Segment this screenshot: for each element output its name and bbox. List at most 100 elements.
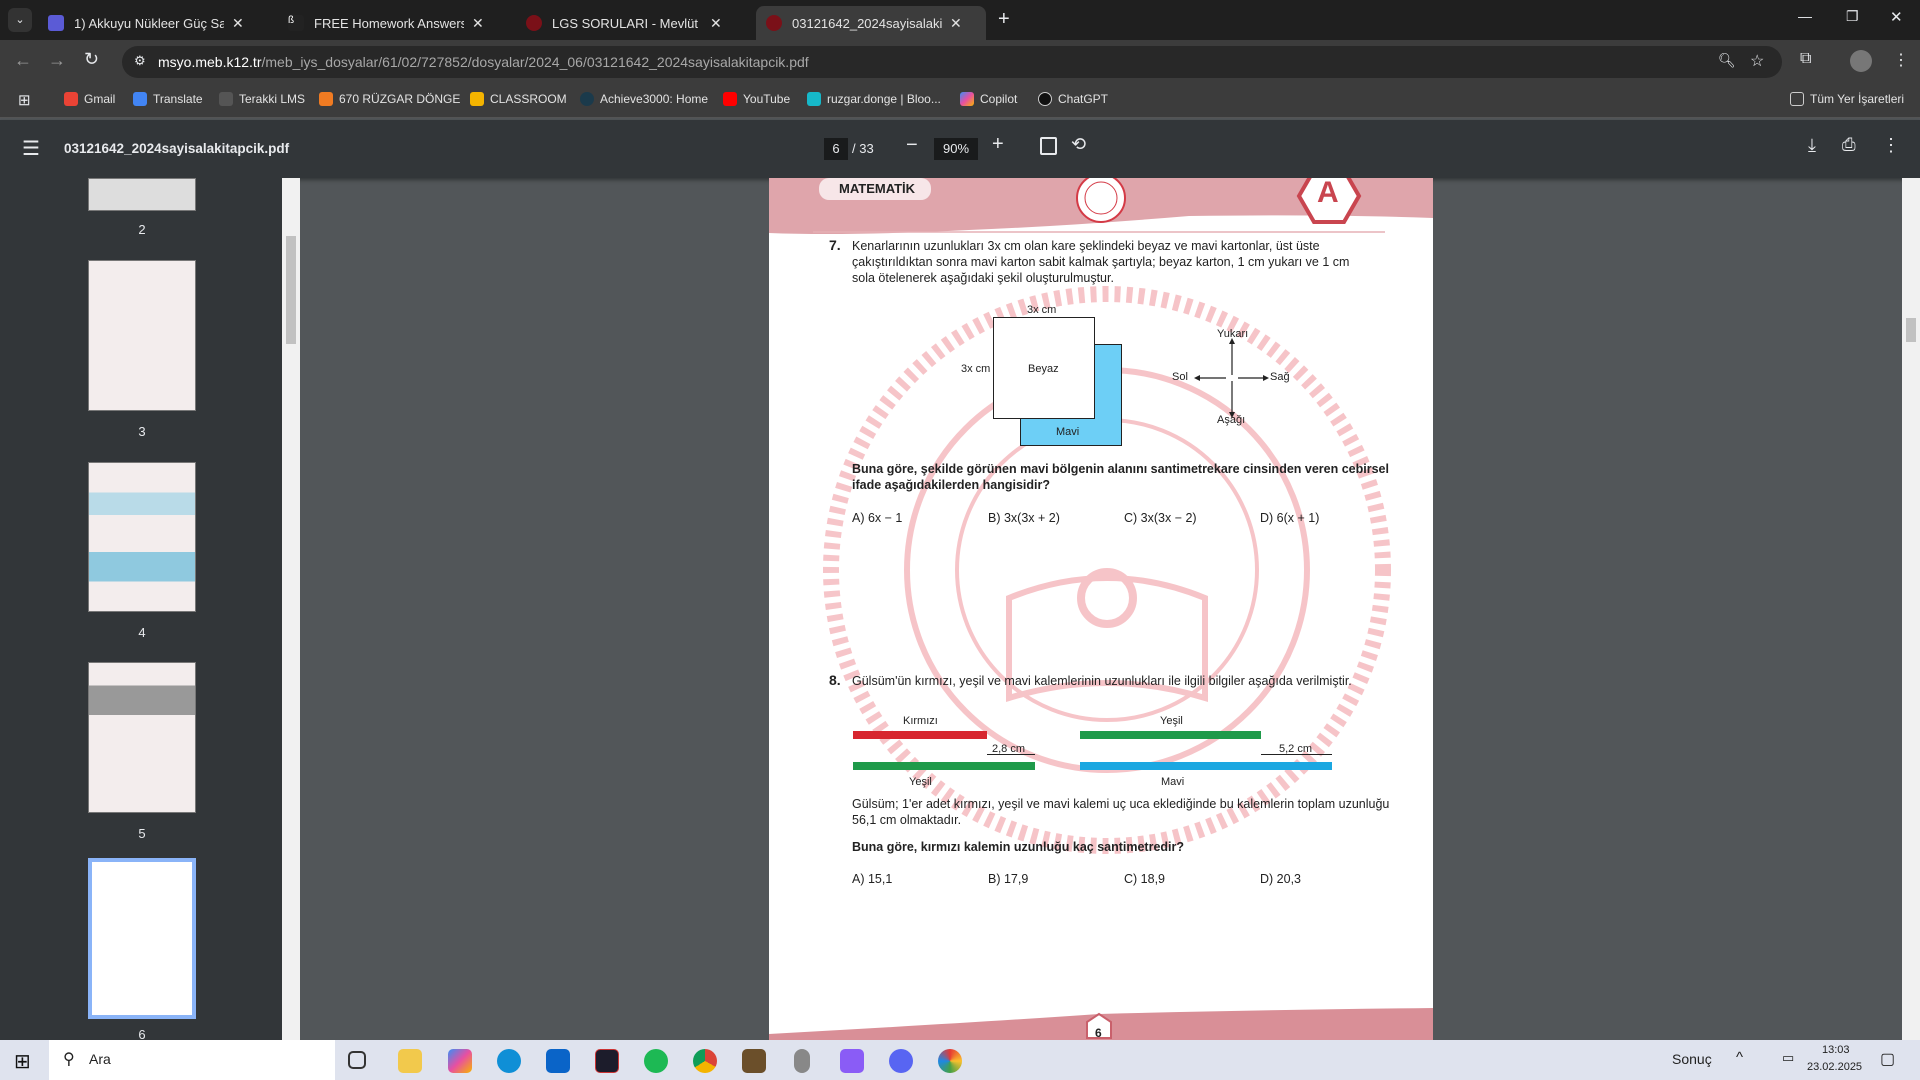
figure-label: 3x cm: [961, 363, 991, 375]
bloom-icon: [807, 92, 821, 106]
edge-icon[interactable]: [497, 1049, 521, 1073]
sidebar-menu-icon[interactable]: ☰: [22, 136, 40, 161]
tab[interactable]: ß FREE Homework Answers from ✕: [278, 6, 513, 40]
copilot-icon: [960, 92, 974, 106]
notification-icon[interactable]: ▢: [1880, 1049, 1895, 1069]
close-icon[interactable]: ✕: [472, 15, 484, 32]
zoom-out-icon[interactable]: −: [906, 134, 918, 157]
minecraft-icon[interactable]: [742, 1049, 766, 1073]
taskbar: ⊞ ⚲ Ara Sonuç ^ ▭ 13:03 23.02.2025 ▢: [0, 1040, 1920, 1080]
reload-icon[interactable]: ↻: [84, 49, 99, 70]
page-number: 6: [1095, 1026, 1102, 1040]
spotify-icon[interactable]: [644, 1049, 668, 1073]
file-explorer-icon[interactable]: [398, 1049, 422, 1073]
all-bookmarks[interactable]: Tüm Yer İşaretleri: [1790, 92, 1904, 106]
minimize-button[interactable]: —: [1798, 8, 1812, 24]
apps-icon[interactable]: ⊞: [18, 91, 31, 109]
bookmark-label: 670 RÜZGAR DÖNGE: [339, 92, 461, 106]
app-icon[interactable]: [595, 1049, 619, 1073]
windows-start-icon[interactable]: ⊞: [14, 1049, 31, 1074]
tray-chevron-icon[interactable]: ^: [1736, 1049, 1743, 1066]
sidebar-scrollbar[interactable]: [282, 178, 300, 1040]
bookmark[interactable]: Translate: [133, 92, 203, 106]
discord-icon[interactable]: [889, 1049, 913, 1073]
bookmark[interactable]: Achieve3000: Home: [580, 92, 708, 106]
avatar[interactable]: [1850, 50, 1872, 72]
tab-favicon: [766, 15, 782, 31]
bookmark[interactable]: YouTube: [723, 92, 790, 106]
clock-time[interactable]: 13:03: [1822, 1044, 1850, 1056]
green-pen: [853, 762, 1035, 770]
bookmark[interactable]: Copilot: [960, 92, 1017, 106]
tab[interactable]: 1) Akkuyu Nükleer Güç Santrali ✕: [38, 6, 273, 40]
terakki-icon: [219, 92, 233, 106]
thumbnail-page-4[interactable]: [88, 462, 196, 612]
outlook-icon[interactable]: [546, 1049, 570, 1073]
site-info-icon[interactable]: ⚙: [134, 53, 146, 69]
close-window-button[interactable]: ✕: [1890, 8, 1903, 26]
question-text: Kenarlarının uzunlukları 3x cm olan kare…: [852, 239, 1350, 285]
menu-icon[interactable]: ⋮: [1893, 50, 1909, 70]
rotate-icon[interactable]: ⟲: [1071, 134, 1086, 155]
zoom-icon[interactable]: 🔍︎: [1718, 52, 1736, 69]
bookmark[interactable]: Terakki LMS: [219, 92, 305, 106]
bookmark[interactable]: 670 RÜZGAR DÖNGE: [319, 92, 460, 106]
battery-icon[interactable]: ▭: [1782, 1050, 1794, 1066]
clock-date[interactable]: 23.02.2025: [1807, 1061, 1862, 1073]
taskbar-search[interactable]: ⚲ Ara: [49, 1040, 335, 1080]
bookmark[interactable]: ChatGPT: [1038, 92, 1108, 106]
bookmark[interactable]: ruzgar.donge | Bloo...: [807, 92, 941, 106]
zoom-in-icon[interactable]: +: [992, 133, 1004, 156]
back-icon[interactable]: ←: [14, 50, 32, 71]
question-prompt: Buna göre, şekilde görünen mavi bölgenin…: [852, 462, 1389, 492]
copilot-icon[interactable]: [448, 1049, 472, 1073]
thumbnail-page-6-selected[interactable]: [88, 858, 196, 1019]
bookmark-label: Tüm Yer İşaretleri: [1810, 92, 1905, 106]
close-icon[interactable]: ✕: [710, 15, 722, 32]
close-icon[interactable]: ✕: [232, 15, 244, 32]
tab-active[interactable]: 03121642_2024sayisalakitapcik. ✕: [756, 6, 986, 40]
tab-favicon: ß: [288, 15, 304, 31]
option-d: D) 6(x + 1): [1260, 511, 1320, 525]
thumbnail-page-5[interactable]: [88, 662, 196, 813]
tab[interactable]: LGS SORULARI - Mevlüt Selami ✕: [516, 6, 751, 40]
pen-label: Yeşil: [909, 776, 932, 788]
pen-label: Yeşil: [1160, 715, 1183, 727]
pen-label: Kırmızı: [903, 715, 938, 727]
fit-page-icon[interactable]: [1040, 137, 1057, 155]
restore-button[interactable]: ❐: [1846, 8, 1859, 25]
question-text: Gülsüm'ün kırmızı, yeşil ve mavi kalemle…: [852, 674, 1352, 688]
page-number-input[interactable]: 6: [824, 138, 848, 160]
pdf-page: MATEMATİK A 7. Kenarlarının uzunlukları …: [769, 178, 1433, 1040]
download-icon[interactable]: ⤓: [1808, 135, 1816, 156]
bookmark[interactable]: CLASSROOM: [470, 92, 567, 106]
bookmark[interactable]: Gmail: [64, 92, 115, 106]
thumbnail-page-3[interactable]: [88, 260, 196, 411]
option-a: A) 6x − 1: [852, 511, 903, 525]
print-icon[interactable]: ⎙: [1842, 135, 1856, 155]
tab-bar: ⌄ 1) Akkuyu Nükleer Güç Santrali ✕ ß FREE …: [0, 0, 1920, 40]
task-view-icon[interactable]: [348, 1051, 366, 1069]
tab-search-button[interactable]: ⌄: [8, 8, 32, 32]
bookmark-label: Gmail: [84, 92, 116, 106]
direction-label: Sol: [1172, 371, 1188, 383]
address-bar[interactable]: ⚙ msyo.meb.k12.tr/meb_iys_dosyalar/61/02…: [122, 46, 1782, 78]
close-icon[interactable]: ✕: [950, 15, 962, 32]
extensions-icon[interactable]: ⧉: [1800, 50, 1811, 68]
mouse-icon[interactable]: [794, 1049, 810, 1073]
main-scrollbar[interactable]: [1902, 178, 1920, 1040]
new-tab-button[interactable]: +: [998, 8, 1010, 31]
photos-icon[interactable]: [938, 1049, 962, 1073]
question-number: 8.: [829, 672, 841, 688]
thumbnail-page-2[interactable]: [88, 178, 196, 211]
chrome-icon[interactable]: [693, 1049, 717, 1073]
more-icon[interactable]: ⋮: [1882, 135, 1900, 156]
star-icon[interactable]: ☆: [1750, 51, 1764, 71]
figure-label: Beyaz: [1028, 363, 1059, 375]
weather-widget[interactable]: Sonuç: [1672, 1051, 1712, 1067]
zoom-input[interactable]: 90%: [934, 138, 978, 160]
forward-icon[interactable]: →: [48, 50, 66, 71]
folder-icon: [1790, 92, 1804, 106]
app-icon[interactable]: [840, 1049, 864, 1073]
blue-pen: [1080, 762, 1332, 770]
